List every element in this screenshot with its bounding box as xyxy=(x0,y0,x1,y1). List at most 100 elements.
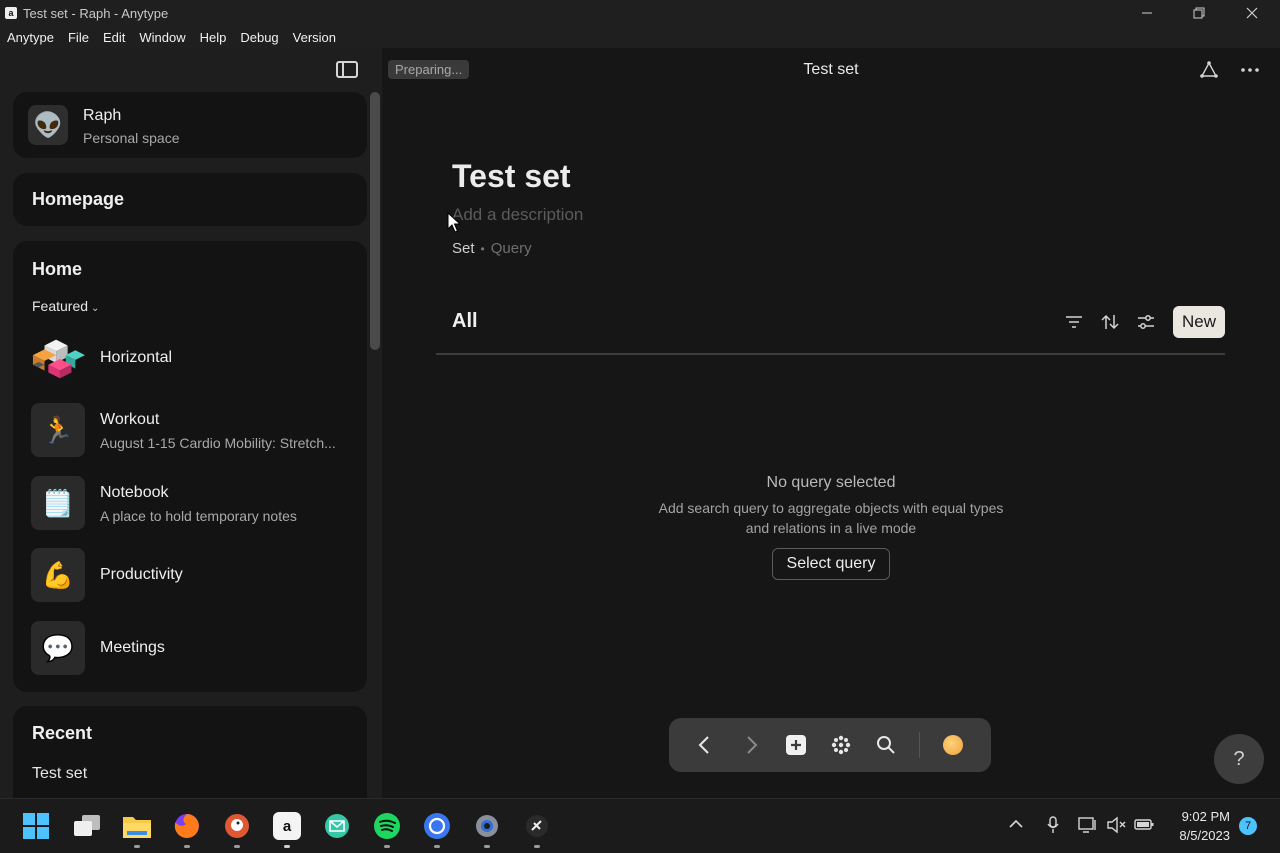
empty-state-description: Add search query to aggregate objects wi… xyxy=(658,500,1004,536)
list-item-horizontal[interactable]: Horizontal xyxy=(31,331,361,387)
app-icon-generic[interactable] xyxy=(523,812,551,840)
list-item-description: August 1-15 Cardio Mobility: Stretch... xyxy=(100,435,336,451)
menu-help[interactable]: Help xyxy=(200,30,227,45)
space-name: Raph xyxy=(83,107,122,124)
volume-muted-icon[interactable] xyxy=(1106,816,1126,838)
list-item-title: Horizontal xyxy=(100,349,173,366)
list-item-description: A place to hold temporary notes xyxy=(100,508,297,524)
sort-icon[interactable] xyxy=(1098,310,1122,334)
list-item-notebook[interactable]: 🗒️ Notebook A place to hold temporary no… xyxy=(31,476,361,532)
taskbar-running-indicator xyxy=(484,845,490,848)
taskbar-running-indicator xyxy=(384,845,390,848)
list-item-title: Workout xyxy=(100,411,160,428)
separator-dot: • xyxy=(480,242,485,256)
taskbar-running-indicator xyxy=(284,845,290,848)
filter-icon[interactable] xyxy=(1062,310,1086,334)
notepad-icon: 🗒️ xyxy=(31,476,85,530)
featured-dropdown[interactable]: Featured ⌄ xyxy=(32,298,99,314)
mouse-cursor-icon xyxy=(447,212,461,233)
menu-anytype[interactable]: Anytype xyxy=(7,30,54,45)
query-relation[interactable]: Query xyxy=(491,240,532,257)
main-panel: Preparing... Test set Test set Add a des… xyxy=(382,48,1280,798)
space-card[interactable]: 👽 Raph Personal space xyxy=(13,92,367,158)
view-tab-all[interactable]: All xyxy=(452,310,478,333)
window-title: Test set - Raph - Anytype xyxy=(23,5,169,21)
task-view-icon[interactable] xyxy=(73,812,101,840)
view-divider xyxy=(436,353,1225,355)
restore-icon xyxy=(1193,7,1205,19)
home-title[interactable]: Home xyxy=(32,259,82,280)
create-object-icon[interactable] xyxy=(784,733,808,757)
menu-window[interactable]: Window xyxy=(139,30,185,45)
minimize-button[interactable] xyxy=(1124,0,1170,26)
bottom-navigation-bar xyxy=(669,718,991,772)
speech-bubble-icon: 💬 xyxy=(31,621,85,675)
help-button[interactable]: ? xyxy=(1214,734,1264,784)
menu-version[interactable]: Version xyxy=(293,30,336,45)
description-input[interactable]: Add a description xyxy=(452,205,583,225)
settings-sliders-icon[interactable] xyxy=(1134,310,1158,334)
close-button[interactable] xyxy=(1229,0,1275,26)
select-query-button[interactable]: Select query xyxy=(772,548,890,580)
homepage-label: Homepage xyxy=(32,189,125,209)
taskbar-running-indicator xyxy=(184,845,190,848)
clock-time[interactable]: 9:02 PM xyxy=(1170,809,1230,824)
profile-avatar-icon[interactable] xyxy=(943,735,963,755)
forward-arrow-icon[interactable] xyxy=(740,733,764,757)
search-icon[interactable] xyxy=(874,733,898,757)
menu-edit[interactable]: Edit xyxy=(103,30,125,45)
back-arrow-icon[interactable] xyxy=(692,733,716,757)
recent-title[interactable]: Recent xyxy=(32,723,92,744)
menu-file[interactable]: File xyxy=(68,30,89,45)
mail-icon[interactable] xyxy=(323,812,351,840)
empty-state-title: No query selected xyxy=(766,474,896,491)
list-item-title: Notebook xyxy=(100,484,169,501)
signal-icon[interactable] xyxy=(423,812,451,840)
sidebar-scrollbar[interactable] xyxy=(370,92,380,350)
list-item-productivity[interactable]: 💪 Productivity xyxy=(31,548,361,604)
show-hidden-icons-chevron-icon[interactable] xyxy=(1009,816,1023,833)
list-item-workout[interactable]: 🏃 Workout August 1-15 Cardio Mobility: S… xyxy=(31,403,361,459)
space-type: Personal space xyxy=(83,130,180,146)
homepage-widget[interactable]: Homepage xyxy=(13,173,367,226)
close-icon xyxy=(1246,7,1258,19)
new-object-button[interactable]: New xyxy=(1173,306,1225,338)
spotify-icon[interactable] xyxy=(373,812,401,840)
clock-date[interactable]: 8/5/2023 xyxy=(1166,828,1230,843)
nav-separator xyxy=(919,732,920,758)
sidebar-toggle-icon[interactable] xyxy=(336,61,358,78)
microphone-icon[interactable] xyxy=(1046,816,1060,838)
firefox-icon[interactable] xyxy=(173,812,201,840)
anytype-app-icon: a xyxy=(5,7,17,19)
menu-debug[interactable]: Debug xyxy=(240,30,278,45)
menu-bar: Anytype File Edit Window Help Debug Vers… xyxy=(0,26,1280,48)
taskbar: a 9:02 PM 8/5/2023 7 xyxy=(0,798,1280,853)
battery-icon[interactable] xyxy=(1134,816,1154,836)
file-explorer-icon[interactable] xyxy=(123,812,151,840)
sidebar: 👽 Raph Personal space Homepage Home Feat… xyxy=(0,48,382,798)
anytype-taskbar-icon[interactable]: a xyxy=(273,812,301,840)
title-bar: a Test set - Raph - Anytype xyxy=(0,0,1280,26)
restore-button[interactable] xyxy=(1176,0,1222,26)
minimize-icon xyxy=(1142,12,1152,14)
header-title: Test set xyxy=(803,61,859,78)
taskbar-running-indicator xyxy=(134,845,140,848)
notification-badge[interactable]: 7 xyxy=(1239,817,1257,835)
chevron-down-icon: ⌄ xyxy=(91,303,100,314)
settings-gear-icon[interactable] xyxy=(473,812,501,840)
featured-relations: Set • Query xyxy=(452,240,532,257)
object-type-label[interactable]: Set xyxy=(452,240,475,257)
recent-item[interactable]: Test set xyxy=(32,765,87,783)
recent-widget: Recent Test set xyxy=(13,706,367,798)
network-icon[interactable] xyxy=(1078,816,1098,838)
space-avatar: 👽 xyxy=(28,105,68,145)
colored-blocks-icon xyxy=(31,331,85,385)
duckduckgo-icon[interactable] xyxy=(223,812,251,840)
start-menu-icon[interactable] xyxy=(22,812,50,840)
more-options-icon[interactable] xyxy=(1238,58,1262,82)
graph-dots-icon[interactable] xyxy=(829,733,853,757)
graph-icon[interactable] xyxy=(1197,58,1221,82)
page-title[interactable]: Test set xyxy=(452,158,571,195)
flexed-arm-icon: 💪 xyxy=(31,548,85,602)
list-item-meetings[interactable]: 💬 Meetings xyxy=(31,621,361,677)
